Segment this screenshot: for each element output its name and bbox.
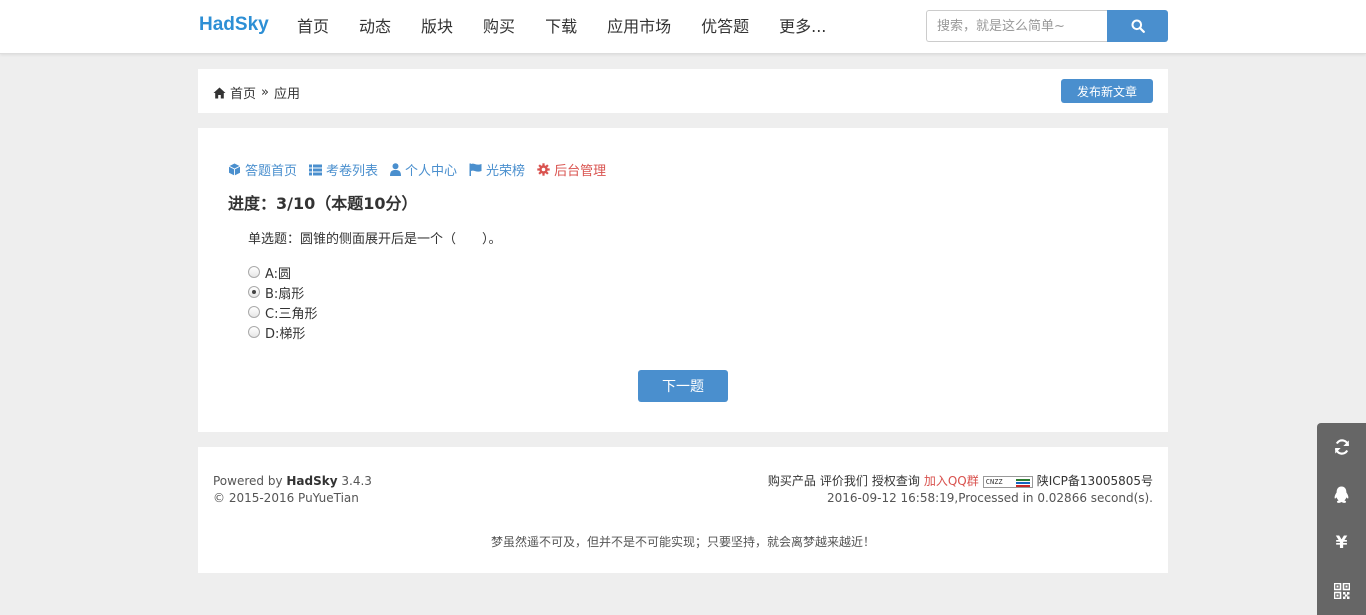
breadcrumb-panel: 首页 » 应用 发布新文章 [198,69,1168,113]
breadcrumb: 首页 » 应用 [213,83,300,102]
copyright: © 2015-2016 PuYueTian [213,491,359,505]
footer-timestamp: 2016-09-12 16:58:19,Processed in 0.02866… [826,491,1153,505]
nav-item-buy[interactable]: 购买 [483,0,515,54]
footer-right: 购买产品 评价我们 授权查询 加入QQ群 CNZZ 陕ICP备13005805号… [764,473,1153,507]
floating-toolbar: ¥ [1317,423,1366,615]
list-icon [309,164,323,175]
site-footer: Powered by HadSky 3.4.3 © 2015-2016 PuYu… [198,447,1168,573]
user-icon [390,163,402,176]
nav-item-more[interactable]: 更多... [779,0,826,54]
yuan-icon: ¥ [1335,533,1348,553]
breadcrumb-current: 应用 [273,87,300,102]
subnav-user-center[interactable]: 个人中心 [390,160,457,179]
option-a[interactable]: A:圆 [248,262,317,282]
breadcrumb-home-link[interactable]: 首页 [230,83,256,102]
nav-item-feed[interactable]: 动态 [359,0,391,54]
footer-link-qq-group[interactable]: 加入QQ群 [924,473,979,490]
brand-logo[interactable]: HadSky [199,14,269,36]
footer-left: Powered by HadSky 3.4.3 © 2015-2016 PuYu… [213,473,372,507]
option-radio[interactable] [248,266,260,278]
subnav-label: 答题首页 [245,164,298,179]
qq-penguin-icon [1334,486,1349,503]
option-c[interactable]: C:三角形 [248,302,317,322]
hadsky-link[interactable]: HadSky [286,474,337,488]
qrcode-button[interactable] [1317,567,1366,615]
search-button[interactable] [1107,10,1168,42]
refresh-icon [1334,439,1349,455]
footer-link-buy[interactable]: 购买产品 [768,473,816,490]
footer-motto: 梦虽然遥不可及，但并不是不可能实现；只要坚持，就会离梦越来越近！ [490,535,875,549]
refresh-button[interactable] [1317,423,1366,471]
search-box [926,10,1168,42]
question-text: 单选题：圆锥的侧面展开后是一个（ ）。 [248,232,502,247]
subnav-honor-roll[interactable]: 光荣榜 [469,160,525,179]
main-nav: 首页 动态 版块 购买 下载 应用市场 优答题 更多... [297,0,856,54]
publish-article-button[interactable]: 发布新文章 [1061,79,1153,103]
footer-link-license[interactable]: 授权查询 [872,473,920,490]
icp-link[interactable]: 陕ICP备13005805号 [1037,473,1153,490]
subnav-label: 考卷列表 [326,164,379,179]
nav-item-forums[interactable]: 版块 [421,0,453,54]
powered-by: Powered by HadSky 3.4.3 [213,473,372,490]
flag-icon [469,163,482,176]
powered-prefix: Powered by [213,474,287,488]
home-icon [213,87,226,99]
option-d[interactable]: D:梯形 [248,322,317,342]
option-label: A:圆 [265,266,292,282]
option-label: D:梯形 [265,326,306,342]
footer-link-rate[interactable]: 评价我们 [820,473,868,490]
subnav-quiz-home[interactable]: 答题首页 [228,160,297,179]
donate-button[interactable]: ¥ [1317,519,1366,567]
option-b[interactable]: B:扇形 [248,282,317,302]
option-radio[interactable] [248,286,260,298]
quiz-subnav: 答题首页 考卷列表 个人中心 光荣榜 后台管理 [228,160,618,179]
option-radio[interactable] [248,306,260,318]
subnav-admin[interactable]: 后台管理 [537,160,606,179]
nav-item-home[interactable]: 首页 [297,0,329,54]
search-icon [1131,19,1145,33]
answer-options: A:圆 B:扇形 C:三角形 D:梯形 [248,262,317,342]
nav-item-quiz[interactable]: 优答题 [701,0,749,54]
navbar-inner: HadSky 首页 动态 版块 购买 下载 应用市场 优答题 更多... [198,0,1168,54]
subnav-label: 后台管理 [554,164,607,179]
subnav-label: 光荣榜 [486,164,526,179]
qq-button[interactable] [1317,471,1366,519]
qrcode-icon [1333,583,1350,599]
quiz-progress: 进度：3/10（本题10分） [228,194,418,213]
subnav-paper-list[interactable]: 考卷列表 [309,160,378,179]
gear-icon [537,163,550,176]
cnzz-label: CNZZ [985,477,1003,486]
option-label: B:扇形 [265,286,305,302]
quiz-panel: 答题首页 考卷列表 个人中心 光荣榜 后台管理 进度：3/10（本题10分） 单… [198,128,1168,432]
option-radio[interactable] [248,326,260,338]
footer-links: 购买产品 评价我们 授权查询 加入QQ群 CNZZ 陕ICP备13005805号 [764,473,1153,490]
nav-item-app-market[interactable]: 应用市场 [607,0,671,54]
option-label: C:三角形 [265,306,318,322]
version: 3.4.3 [337,474,372,488]
breadcrumb-separator: » [261,85,269,100]
next-question-button[interactable]: 下一题 [638,370,728,402]
subnav-label: 个人中心 [405,164,458,179]
cnzz-badge[interactable]: CNZZ [982,475,1033,488]
nav-item-download[interactable]: 下载 [545,0,577,54]
top-navbar: HadSky 首页 动态 版块 购买 下载 应用市场 优答题 更多... [0,0,1366,54]
cube-icon [228,163,241,176]
search-input[interactable] [926,10,1107,42]
